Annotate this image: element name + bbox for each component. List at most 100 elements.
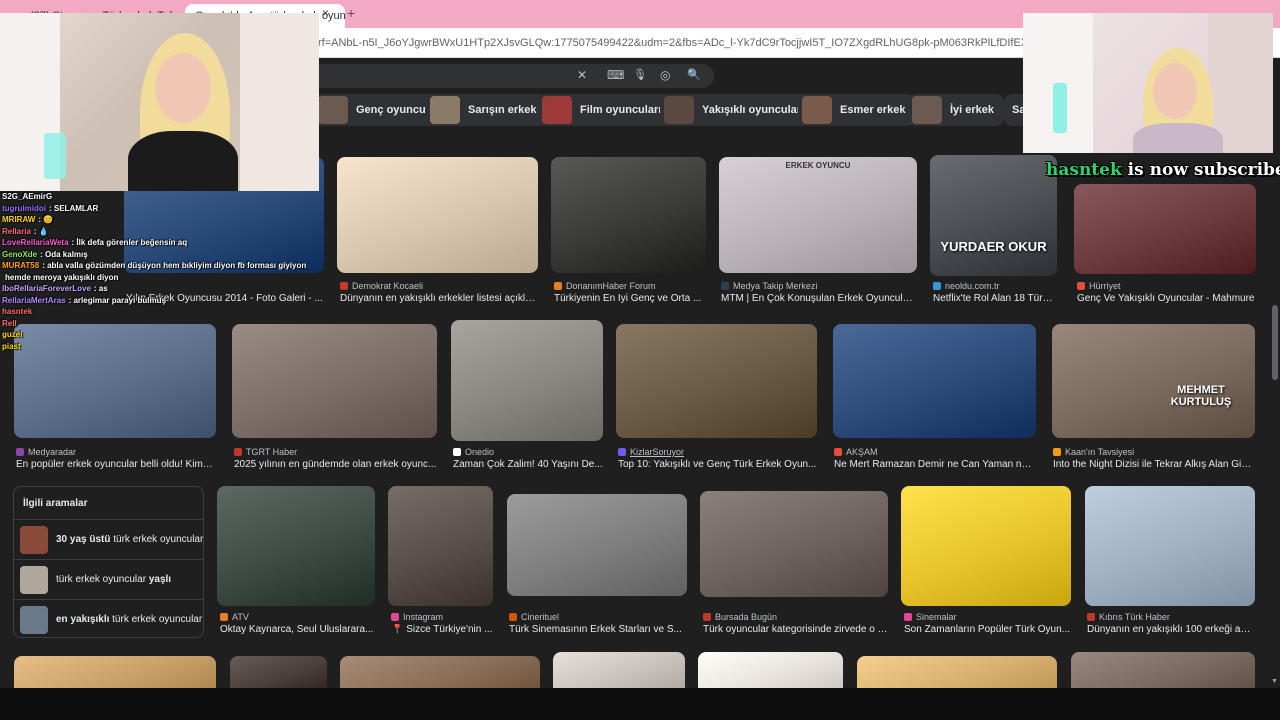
related-bold: en yakışıklı — [56, 614, 110, 625]
result-source: Hürriyet — [1077, 281, 1121, 291]
image-result[interactable] — [833, 324, 1036, 438]
favicon-icon — [703, 613, 711, 621]
result-source: Cinerituel — [509, 612, 559, 622]
image-result[interactable] — [388, 486, 493, 606]
chip-sarisin-erkek[interactable]: Sarışın erkek — [426, 94, 547, 126]
result-source: ATV — [220, 612, 249, 622]
favicon-icon — [391, 613, 399, 621]
result-caption[interactable]: Zaman Çok Zalim! 40 Yaşını De... — [453, 459, 603, 470]
result-caption[interactable]: Netflix'te Rol Alan 18 Türk ... — [933, 293, 1057, 304]
chat-message: hemde meroya yakışıklı diyon — [2, 273, 118, 282]
result-caption[interactable]: Dünyanın en yakışıklı erkekler listesi a… — [340, 293, 538, 304]
alert-text: is now subscribed! — [1127, 160, 1280, 180]
scroll-down-arrow-icon[interactable]: ▼ — [1271, 678, 1278, 685]
lens-icon[interactable]: ◎ — [660, 68, 670, 82]
result-caption[interactable]: Genç Ve Yakışıklı Oyuncular - Mahmure — [1077, 293, 1257, 304]
subscription-alert: hasntek is now subscribed! — [1046, 160, 1280, 180]
favicon-icon — [721, 282, 729, 290]
chat-message: IboRellariaForeverLove: as — [2, 284, 108, 293]
image-result[interactable] — [217, 486, 375, 606]
chat-message: S2G_AEmirG — [2, 192, 55, 201]
chat-username: LoveRellariaWeta — [2, 238, 69, 247]
image-result[interactable] — [451, 320, 603, 441]
favicon-icon — [618, 448, 626, 456]
image-result[interactable]: MEHMET KURTULUŞ — [1052, 324, 1255, 438]
chat-username: Rell — [2, 318, 17, 328]
result-caption[interactable]: Son Zamanların Popüler Türk Oyun... — [904, 624, 1071, 635]
chip-esmer-erkek[interactable]: Esmer erkek — [798, 94, 916, 126]
result-caption[interactable]: Dünyanın en yakışıklı 100 erkeği açı... — [1087, 624, 1255, 635]
chat-text: : 😊 — [38, 215, 54, 224]
image-result[interactable] — [1074, 184, 1256, 274]
close-tab-icon[interactable]: × — [322, 6, 329, 20]
chat-text: hemde meroya yakışıklı diyon — [5, 272, 119, 282]
result-caption[interactable]: 2025 yılının en gündemde olan erkek oyun… — [234, 459, 437, 470]
result-caption[interactable]: 📍 Sizce Türkiye'nin ... — [391, 624, 493, 635]
related-item[interactable]: en yakışıklı türk erkek oyuncular — [14, 599, 203, 639]
favicon-icon — [234, 448, 242, 456]
image-result[interactable] — [551, 157, 706, 273]
related-bold: 30 yaş üstü — [56, 534, 111, 545]
chat-username: S2G_AEmirG — [2, 192, 53, 201]
related-searches: İlgili aramalar 30 yaş üstü türk erkek o… — [13, 486, 204, 638]
result-caption[interactable]: MTM | En Çok Konuşulan Erkek Oyuncular..… — [721, 293, 917, 304]
result-source: neoldu.com.tr — [933, 281, 1000, 291]
url-text[interactable]: rf=ANbL-n5I_J6oYJgwrBWxU1HTp2XJsvGLQw:17… — [318, 37, 1028, 49]
scrollbar-thumb[interactable] — [1272, 305, 1278, 380]
mic-icon[interactable]: 🎙 — [633, 68, 647, 81]
result-source: DonanımHaber Forum — [554, 281, 656, 291]
related-item[interactable]: 30 yaş üstü türk erkek oyuncular — [14, 519, 203, 559]
image-thumbnail — [217, 486, 375, 606]
webcam-left — [0, 13, 319, 191]
chat-message: Rell — [2, 319, 20, 328]
favicon-icon — [933, 282, 941, 290]
result-caption[interactable]: Into the Night Dizisi ile Tekrar Alkış A… — [1053, 459, 1253, 470]
image-thumbnail — [388, 486, 493, 606]
chip-yakisikli-oyunculari[interactable]: Yakışıklı oyuncuları — [660, 94, 815, 126]
image-result[interactable] — [700, 491, 888, 597]
chip-film-oyunculari[interactable]: Film oyuncuları — [538, 94, 672, 126]
image-result[interactable] — [616, 324, 817, 438]
streamer-face — [155, 53, 211, 123]
chat-username: guzel — [2, 330, 23, 339]
chat-username: hasntek — [2, 307, 33, 316]
result-source: AKŞAM — [834, 447, 878, 457]
result-caption[interactable]: Türkiyenin En İyi Genç ve Orta ... — [554, 293, 706, 304]
subscriber-name: hasntek — [1046, 160, 1122, 180]
related-item[interactable]: türk erkek oyuncular yaşlı — [14, 559, 203, 599]
search-icon[interactable]: 🔍 — [687, 68, 701, 81]
image-thumbnail — [930, 155, 1057, 276]
image-result[interactable] — [507, 494, 687, 596]
result-source: Kaan'ın Tavsiyesi — [1053, 447, 1134, 457]
result-caption[interactable]: Türk Sinemasının Erkek Starları ve S... — [509, 624, 687, 635]
image-result[interactable] — [1085, 486, 1255, 606]
clear-icon[interactable]: ✕ — [577, 68, 587, 82]
result-caption[interactable]: En popüler erkek oyuncular belli oldu! K… — [16, 459, 216, 470]
related-pre: türk erkek oyuncular — [56, 574, 149, 585]
chip-thumbnail — [542, 96, 572, 124]
new-tab-button[interactable]: + — [347, 5, 355, 21]
related-bold: yaşlı — [148, 574, 172, 585]
source-label: neoldu.com.tr — [945, 281, 1000, 291]
image-result[interactable] — [337, 157, 538, 273]
result-source: Kıbrıs Türk Haber — [1087, 612, 1170, 622]
chat-message: hasntek — [2, 307, 35, 316]
chip-iyi-erkek[interactable]: İyi erkek — [908, 94, 1005, 126]
related-title: İlgili aramalar — [23, 498, 88, 509]
page-scrollbar[interactable]: ▼ — [1271, 140, 1279, 688]
result-source: Demokrat Kocaeli — [340, 281, 423, 291]
image-result[interactable]: YURDAER OKUR — [930, 155, 1057, 276]
image-result[interactable]: ERKEK OYUNCU — [719, 157, 917, 273]
chip-label: Film oyuncuları — [580, 104, 662, 116]
image-thumbnail — [1052, 324, 1255, 438]
result-caption[interactable]: Top 10: Yakışıklı ve Genç Türk Erkek Oyu… — [618, 459, 817, 470]
image-thumbnail — [1085, 486, 1255, 606]
result-caption[interactable]: Türk oyuncular kategorisinde zirvede o v… — [703, 624, 888, 635]
chat-text: : 💧 — [33, 226, 49, 236]
image-result[interactable] — [901, 486, 1071, 606]
keyboard-icon[interactable]: ⌨ — [607, 68, 624, 82]
search-input[interactable]: ✕ ⌨ 🎙 ◎ 🔍 — [300, 64, 714, 88]
result-caption[interactable]: Ne Mert Ramazan Demir ne Can Yaman ne ..… — [834, 459, 1036, 470]
source-label: DonanımHaber Forum — [566, 281, 656, 291]
result-caption[interactable]: Oktay Kaynarca, Seul Uluslarara... — [220, 624, 375, 635]
